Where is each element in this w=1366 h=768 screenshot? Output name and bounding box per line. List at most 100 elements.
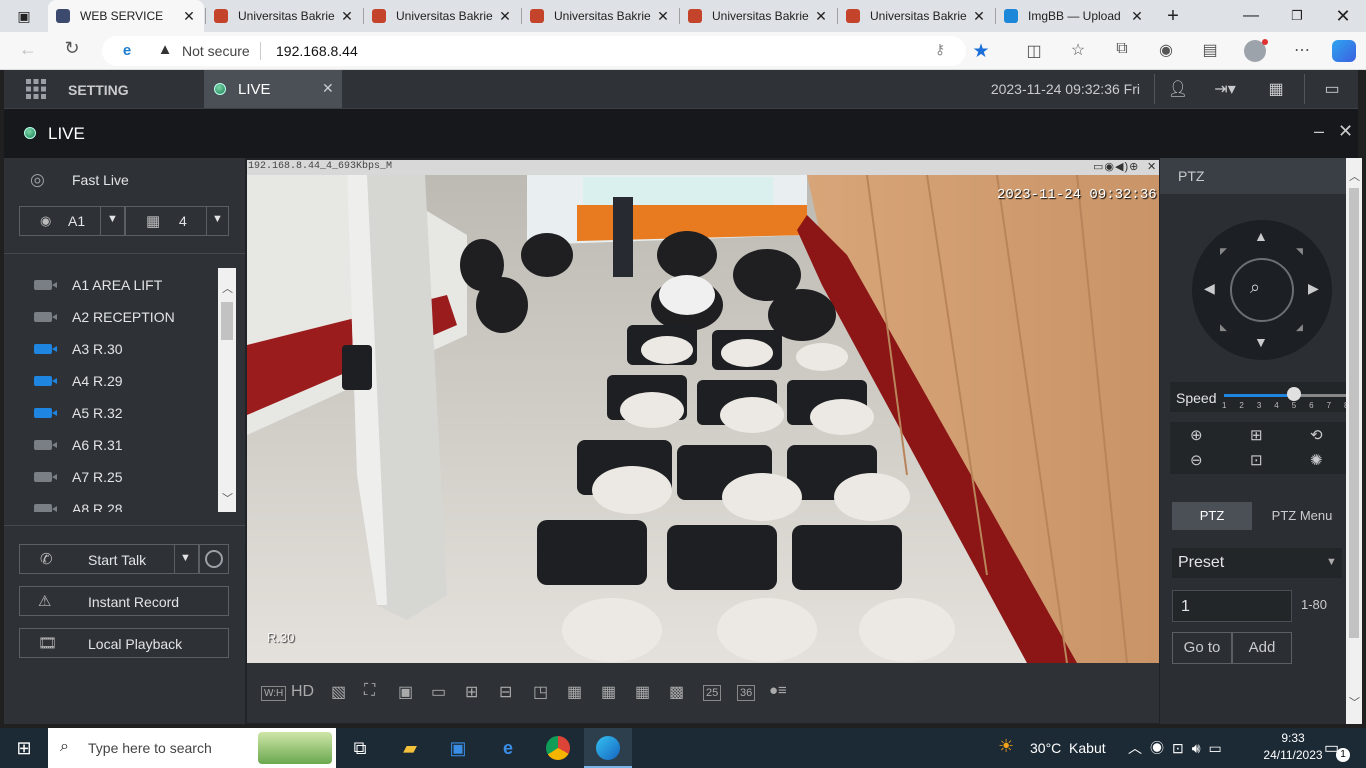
camera-list-scrollbar[interactable]: ︿ ﹀	[218, 268, 236, 512]
scroll-up-icon[interactable]: ︿	[222, 280, 233, 296]
layout-36-button[interactable]: 36	[737, 685, 756, 701]
focus-far-icon[interactable]: ⊡	[1250, 451, 1263, 469]
instant-record-button[interactable]: ⚠ Instant Record	[19, 586, 229, 616]
stream-tool-icons[interactable]: ▭◉◀)⊕	[1093, 160, 1139, 173]
camera-list-item[interactable]: A8 R.28	[34, 493, 123, 512]
restore-button[interactable]: ❐	[1274, 0, 1320, 32]
arrow-upleft-icon[interactable]: ◤	[1220, 246, 1227, 257]
scroll-down-icon[interactable]: ﹀	[222, 490, 233, 506]
key-icon[interactable]: ⚷	[930, 41, 950, 58]
close-window-button[interactable]: ✕	[1320, 0, 1366, 32]
weather-icon[interactable]: ☀	[998, 736, 1014, 757]
scroll-thumb[interactable]	[221, 302, 233, 340]
layout-9-icon[interactable]: ▦	[567, 682, 582, 702]
ptz-center-button[interactable]: ⌕	[1230, 258, 1294, 322]
windows-start-icon[interactable]: ⊞	[0, 728, 48, 768]
browser-tab[interactable]: Universitas Bakrie ✕	[364, 0, 520, 32]
arrow-up-icon[interactable]: ▲	[1254, 228, 1268, 244]
copilot-icon[interactable]	[1332, 40, 1356, 62]
camera-list-item[interactable]: A4 R.29	[34, 365, 123, 397]
browser-tab[interactable]: WEB SERVICE ✕	[48, 0, 204, 32]
goto-preset-button[interactable]: Go to	[1172, 632, 1232, 664]
iris-open-icon[interactable]: ⟲	[1310, 426, 1323, 444]
arrow-right-icon[interactable]: ▶	[1308, 280, 1319, 297]
favorite-star-icon[interactable]: ★	[968, 40, 994, 63]
add-preset-button[interactable]: Add	[1232, 632, 1292, 664]
arrow-left-icon[interactable]: ◀	[1204, 280, 1215, 297]
page-scroll-thumb[interactable]	[1349, 188, 1359, 638]
scroll-up-icon[interactable]: ︿	[1349, 168, 1360, 184]
clock-time[interactable]: 9:33	[1258, 731, 1328, 745]
hd-button[interactable]: HD	[291, 683, 314, 701]
close-tab-icon[interactable]: ✕	[656, 8, 670, 25]
tour-icon[interactable]: ●≡	[769, 682, 787, 699]
local-playback-button[interactable]: 🎞︎ Local Playback	[19, 628, 229, 658]
weather-text[interactable]: 30°C Kabut	[1030, 740, 1106, 756]
browser-tab[interactable]: ImgBB — Upload ✕	[996, 0, 1152, 32]
layout-4-icon[interactable]: ⊞	[465, 682, 478, 702]
ptz-direction-pad[interactable]: ▲ ▼ ◀ ▶ ◤ ◥ ◣ ◢ ⌕	[1192, 220, 1332, 360]
arrow-downleft-icon[interactable]: ◣	[1220, 322, 1227, 333]
layout-select[interactable]: ▦ 4 ▼	[125, 206, 229, 236]
camera-list-item[interactable]: A6 R.31	[34, 429, 123, 461]
fullscreen-monitor-icon[interactable]: ▭	[1320, 79, 1344, 99]
speed-slider-handle[interactable]	[1286, 387, 1301, 401]
close-live-tab-icon[interactable]: ✕	[322, 80, 334, 97]
url-text[interactable]: 192.168.8.44	[276, 43, 358, 59]
layout-20-icon[interactable]: ▩	[669, 682, 684, 702]
layout-13-icon[interactable]: ▦	[601, 682, 616, 702]
file-explorer-icon[interactable]: ▰	[386, 728, 434, 768]
talk-record-toggle[interactable]	[199, 544, 229, 574]
edge-taskbar-icon[interactable]	[584, 728, 632, 768]
chrome-icon[interactable]	[534, 728, 582, 768]
favorites-icon[interactable]: ☆	[1066, 40, 1090, 60]
close-stream-icon[interactable]: ✕	[1147, 160, 1156, 173]
tab-actions-icon[interactable]: ▣	[0, 0, 48, 32]
internet-explorer-icon[interactable]: e	[484, 728, 532, 768]
camera-list-item[interactable]: A5 R.32	[34, 397, 123, 429]
close-tab-icon[interactable]: ✕	[972, 8, 986, 25]
camera-list-item[interactable]: A1 AREA LIFT	[34, 269, 162, 301]
preset-number-input[interactable]: 1	[1172, 590, 1292, 622]
live-tab[interactable]: LIVE ✕	[204, 70, 342, 108]
camera-list-item[interactable]: A3 R.30	[34, 333, 123, 365]
fast-live-label[interactable]: Fast Live	[72, 172, 129, 188]
split-screen-icon[interactable]: ◫	[1022, 41, 1046, 61]
collections-icon[interactable]: ⧉	[1110, 40, 1134, 58]
more-icon[interactable]: ⋯	[1290, 40, 1314, 60]
focus-near-icon[interactable]: ⊞	[1250, 426, 1263, 444]
close-tab-icon[interactable]: ✕	[814, 8, 828, 25]
user-icon[interactable]: 👤︎	[1166, 79, 1190, 99]
minimize-button[interactable]: —	[1228, 0, 1274, 32]
browser-tab[interactable]: Universitas Bakrie ✕	[206, 0, 362, 32]
arrow-downright-icon[interactable]: ◢	[1296, 322, 1303, 333]
camera-list-item[interactable]: A7 R.25	[34, 461, 123, 493]
area-select[interactable]: ◉ A1 ▼	[19, 206, 125, 236]
zoom-in-icon[interactable]: ⊕	[1190, 426, 1203, 444]
layout-25-button[interactable]: 25	[703, 685, 722, 701]
qr-code-icon[interactable]: ▦	[1264, 79, 1288, 99]
zoom-out-icon[interactable]: ⊖	[1190, 451, 1203, 469]
logout-icon[interactable]: ⇥▾	[1208, 79, 1242, 99]
camera-list-item[interactable]: A2 RECEPTION	[34, 301, 175, 333]
close-tab-icon[interactable]: ✕	[182, 8, 196, 25]
wallet-icon[interactable]: ▤	[1198, 40, 1222, 60]
layout-6-icon[interactable]: ⊟	[499, 682, 512, 702]
stream-switch-icon[interactable]: ▧	[331, 682, 346, 702]
setting-menu-button[interactable]: SETTING	[4, 70, 202, 108]
browser-tab[interactable]: Universitas Bakrie ✕	[680, 0, 836, 32]
arrow-down-icon[interactable]: ▼	[1254, 334, 1268, 350]
page-scrollbar[interactable]: ︿ ﹀	[1346, 158, 1362, 724]
layout-16-icon[interactable]: ▦	[635, 682, 650, 702]
layout-8-icon[interactable]: ◳	[533, 682, 548, 702]
minimize-panel-icon[interactable]: –	[1314, 121, 1324, 142]
back-icon[interactable]: ←	[16, 39, 40, 60]
preset-select[interactable]: Preset ▼	[1172, 548, 1342, 578]
start-talk-button[interactable]: ✆ Start Talk ▼	[19, 544, 199, 574]
tab-ptz[interactable]: PTZ	[1172, 502, 1252, 530]
refresh-icon[interactable]: ↻	[60, 38, 84, 59]
close-tab-icon[interactable]: ✕	[340, 8, 354, 25]
performance-icon[interactable]: ◉	[1154, 40, 1178, 60]
new-tab-button[interactable]: +	[1150, 0, 1196, 32]
arrow-upright-icon[interactable]: ◥	[1296, 246, 1303, 257]
